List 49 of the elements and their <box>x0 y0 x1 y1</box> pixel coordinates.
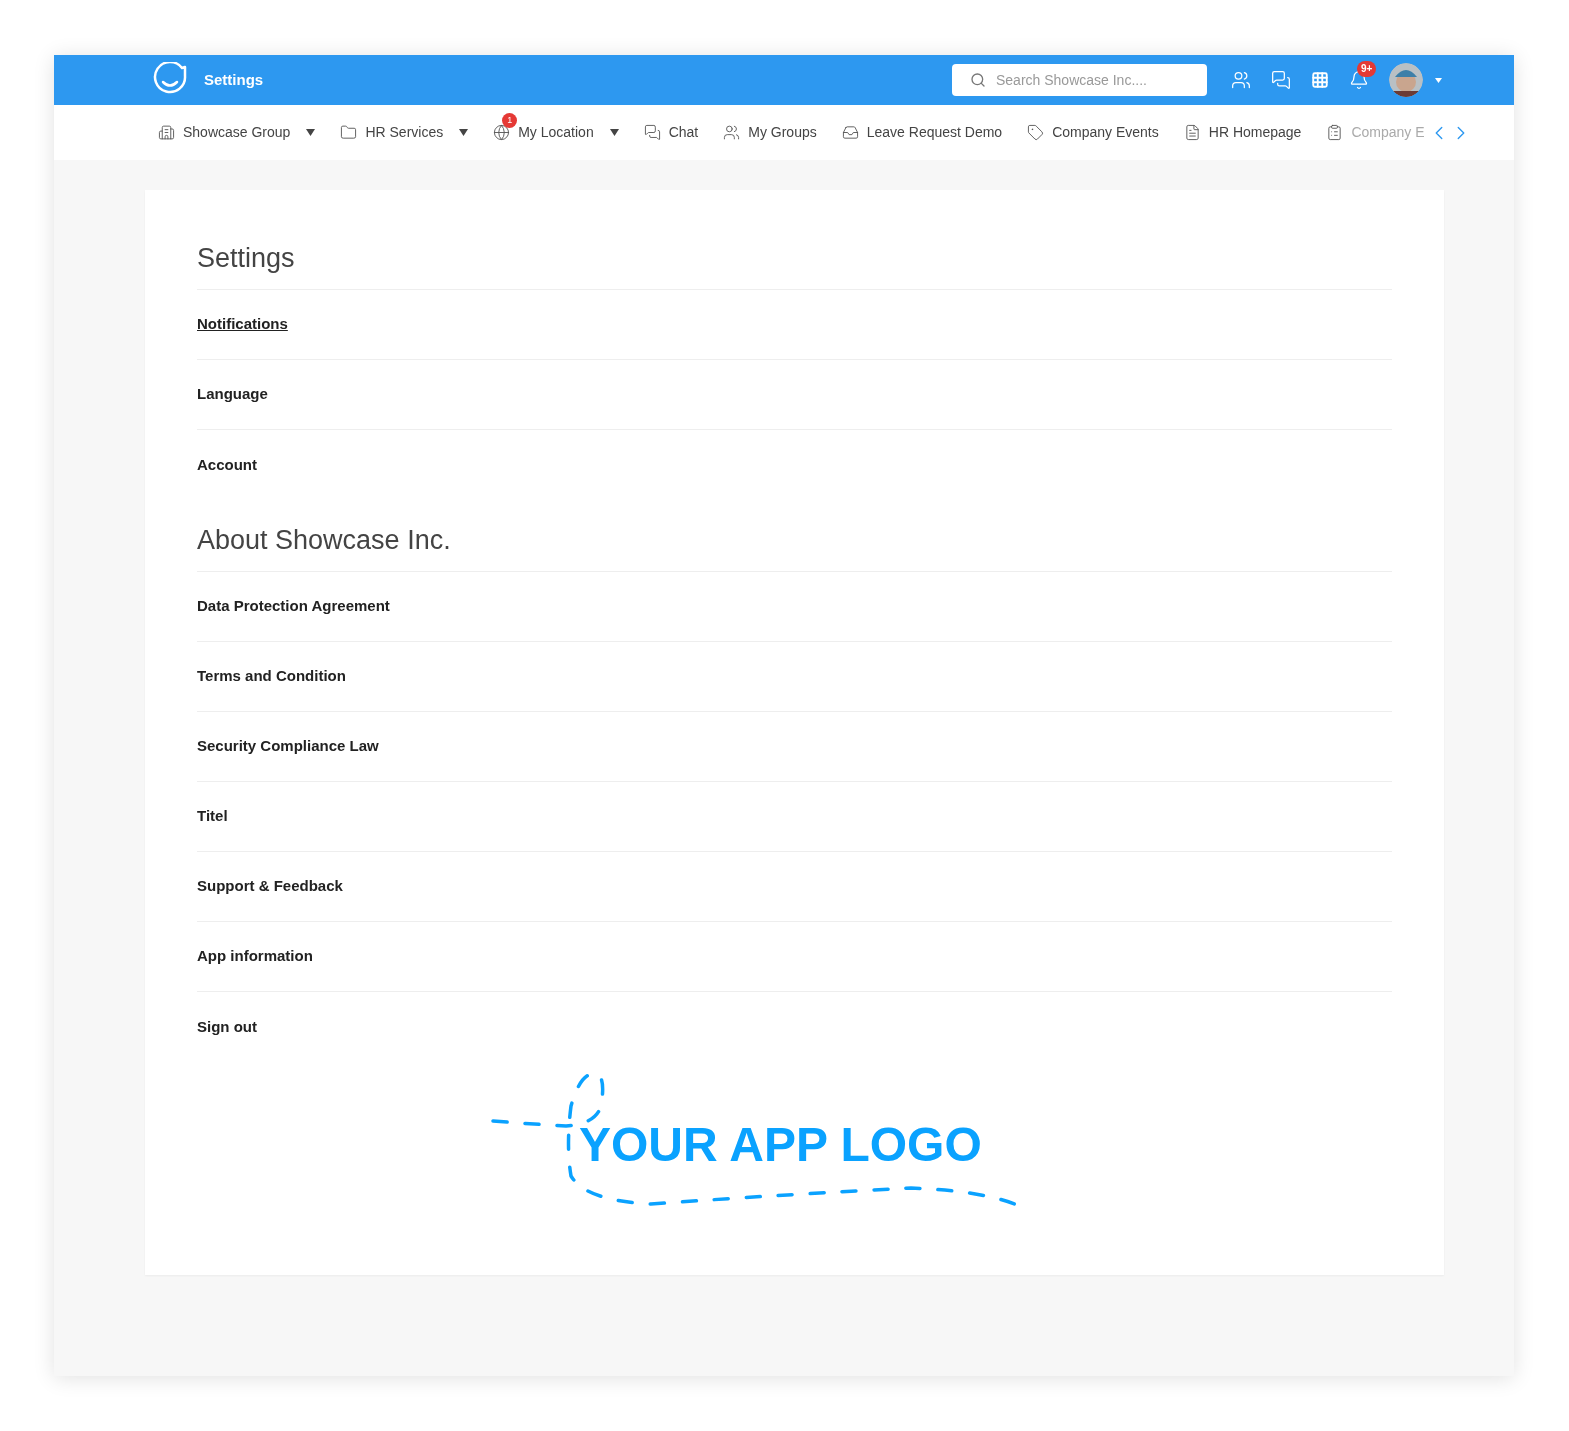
settings-link[interactable]: Data Protection Agreement <box>197 595 390 618</box>
settings-link[interactable]: Security Compliance Law <box>197 735 379 758</box>
nav-label: Leave Request Demo <box>866 123 1003 142</box>
folder-icon <box>340 124 358 141</box>
globe-icon <box>493 124 511 141</box>
page-title: Settings <box>204 69 264 90</box>
search-icon <box>970 72 986 88</box>
people-icon <box>723 124 741 141</box>
chat-icon[interactable] <box>1271 70 1291 90</box>
nav-item[interactable]: Showcase Group <box>158 122 316 143</box>
settings-link[interactable]: Support & Feedback <box>197 875 343 898</box>
bell-icon[interactable] <box>1349 70 1369 90</box>
section-title: Settings <box>197 238 1392 290</box>
building-icon <box>158 124 175 141</box>
settings-link[interactable]: Titel <box>197 805 228 828</box>
tag-icon <box>1027 124 1045 141</box>
nav-label: My Groups <box>748 123 817 142</box>
settings-link[interactable]: Terms and Condition <box>197 665 346 688</box>
nav-label: My Location <box>518 123 594 142</box>
apps-grid-icon[interactable] <box>1311 71 1329 89</box>
clipboard-icon <box>1326 124 1344 141</box>
people-icon[interactable] <box>1231 70 1251 90</box>
settings-link[interactable]: App information <box>197 945 313 968</box>
tray-icon <box>841 124 859 141</box>
settings-link[interactable]: Account <box>197 453 257 477</box>
nav-label: Company Events <box>1052 123 1159 142</box>
search-field[interactable]: Search Showcase Inc.... <box>952 64 1207 96</box>
notification-badge: 9+ <box>1357 61 1377 77</box>
document-icon <box>1183 124 1201 141</box>
nav-item[interactable]: My Groups <box>723 122 817 143</box>
nav-item[interactable]: Chat <box>643 122 699 143</box>
section-title: About Showcase Inc. <box>197 520 1392 572</box>
nav-label: HR Services <box>365 123 444 142</box>
logo-text: YOUR APP LOGO <box>579 1121 982 1169</box>
nav-item[interactable]: HR Services <box>340 122 469 143</box>
nav-item[interactable]: HR Homepage <box>1183 122 1302 143</box>
settings-link[interactable]: Notifications <box>197 313 288 336</box>
caret-icon[interactable] <box>1435 77 1442 83</box>
nav-item[interactable]: My Location <box>493 122 619 143</box>
nav-item[interactable]: Company Events <box>1027 122 1159 143</box>
nav-item[interactable]: Leave Request Demo <box>841 122 1003 143</box>
nav-label: Chat <box>668 123 699 142</box>
nav-label: HR Homepage <box>1208 123 1302 142</box>
nav-label: Company E <box>1351 123 1425 142</box>
nav-label: Showcase Group <box>183 123 291 142</box>
settings-link[interactable]: Language <box>197 383 268 406</box>
count-badge: 1 <box>502 113 518 128</box>
chat-icon <box>643 124 661 141</box>
settings-link[interactable]: Sign out <box>197 1015 257 1039</box>
